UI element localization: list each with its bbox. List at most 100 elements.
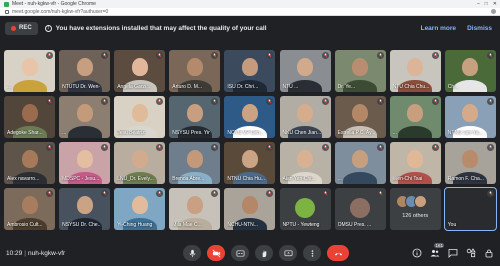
meet-favicon-icon <box>4 1 9 7</box>
participant-name: NTU Chia Chu... <box>392 84 430 90</box>
people-icon <box>430 249 439 256</box>
window-title: Meet - nuh-kgkw-vfr - Google Chrome <box>12 1 96 7</box>
participant-name: NTNU Jun-Ya... <box>447 130 483 136</box>
participant-tile[interactable]: NTNU Jun-Ya... <box>444 96 496 138</box>
participant-grid: ... NTUTU Dr. Wen-... Angela Garzi... Artur… <box>4 50 497 235</box>
mic-muted-icon <box>486 190 494 197</box>
participant-tile[interactable]: Ch... <box>444 50 496 92</box>
participant-tile[interactable]: NTU Chia Chu... <box>389 50 441 92</box>
people-button[interactable]: 161 <box>429 243 444 258</box>
mic-muted-icon <box>211 52 219 59</box>
mic-muted-icon <box>486 98 494 105</box>
participant-name: Wen-Chi Tsai <box>392 176 423 182</box>
meeting-code[interactable]: nuh-kgkw-vfr <box>28 250 65 257</box>
browser-titlebar: Meet - nuh-kgkw-vfr - Google Chrome – □ … <box>0 0 500 8</box>
participant-name: Yi-Ching Huang <box>117 222 153 228</box>
lock-person-icon <box>485 249 492 257</box>
participant-tile[interactable]: Jesu Beatriz <box>114 96 166 138</box>
participant-tile[interactable]: ... <box>4 50 55 92</box>
mic-muted-icon <box>101 190 109 197</box>
participant-tile[interactable]: Alan Yen-Chi... <box>279 142 331 184</box>
leave-call-button[interactable] <box>327 245 349 261</box>
participant-tile[interactable]: NCYU VP Den... <box>224 96 276 138</box>
participant-count-badge: 161 <box>434 243 444 248</box>
participant-tile[interactable]: NSYSU Dr. Che... <box>59 188 111 230</box>
info-icon: ! <box>44 24 52 32</box>
others-tile[interactable]: 126 others <box>389 188 441 230</box>
participant-name: NTNU Chia Hu... <box>227 176 265 182</box>
extension-icon[interactable] <box>491 9 496 14</box>
participant-tile[interactable]: Ramon F. Cha... <box>444 142 496 184</box>
participant-name: Adegoke Shar... <box>7 130 43 136</box>
mic-muted-icon <box>211 190 219 197</box>
maximize-icon[interactable]: □ <box>485 1 488 7</box>
participant-video-face <box>131 103 148 122</box>
participant-tile[interactable]: Dr. Ye... <box>334 50 386 92</box>
microphone-button[interactable] <box>183 245 201 261</box>
participant-tile[interactable]: Brenda Abre... <box>169 142 221 184</box>
participant-tile[interactable]: Ambrosio Cult... <box>4 188 55 230</box>
participant-video-face <box>297 57 313 76</box>
raise-hand-button[interactable] <box>255 245 273 261</box>
dismiss-button[interactable]: Dismiss <box>467 25 492 32</box>
participant-tile[interactable]: Estrella P.C. Ay... <box>334 96 386 138</box>
participant-tile[interactable]: NPTU - Yewteng ... <box>279 188 331 230</box>
participant-tile[interactable]: OMSU Pres. ... <box>334 188 386 230</box>
participant-name: NCYU VP Den... <box>227 130 265 136</box>
self-tile[interactable]: You <box>443 187 497 231</box>
participant-video-face <box>76 103 93 122</box>
participant-tile[interactable]: LNU_Dr. Evely... <box>114 142 166 184</box>
host-controls-button[interactable] <box>483 247 494 258</box>
participant-tile[interactable]: NTUTU Dr. Wen-... <box>59 50 111 92</box>
chat-button[interactable] <box>447 247 458 258</box>
participant-tile[interactable]: Wen-Chi Tsai <box>389 142 441 184</box>
participant-name: LNU_Dr. Evely... <box>117 176 154 182</box>
participant-tile[interactable]: Angela Garzi... <box>114 50 166 92</box>
participant-name: Ch... <box>447 84 459 90</box>
avatar <box>414 195 428 208</box>
participant-tile[interactable]: MDSPC - Jesu... <box>59 142 111 184</box>
participant-video-face <box>21 195 38 214</box>
participant-tile[interactable]: ... <box>59 96 111 138</box>
more-options-button[interactable] <box>303 245 321 261</box>
participant-name: ISU Dr. Chri... <box>227 84 259 90</box>
participant-video-face <box>131 149 148 168</box>
url-text[interactable]: meet.google.com/nuh-kgkw-vfr?authuser=0 <box>12 9 108 15</box>
camera-off-button[interactable] <box>207 245 225 261</box>
participant-tile[interactable]: Yi-Ching Huang <box>114 188 166 230</box>
minimize-icon[interactable]: – <box>477 1 480 7</box>
participant-video-face <box>407 103 424 122</box>
mic-muted-icon <box>321 144 329 151</box>
participant-name: NCHU-NTN... <box>227 222 258 228</box>
participant-tile[interactable]: NCHU-NTN... <box>224 188 276 230</box>
participant-tile[interactable]: Mila Mae C... <box>169 188 221 230</box>
participant-tile[interactable]: ... <box>389 96 441 138</box>
participant-tile[interactable]: Alex navarro... <box>4 142 55 184</box>
address-bar[interactable]: meet.google.com/nuh-kgkw-vfr?authuser=0 <box>0 8 500 16</box>
hang-up-icon <box>334 252 342 255</box>
mic-muted-icon <box>376 52 384 59</box>
participant-name: ... <box>392 130 397 136</box>
participant-video-face <box>186 57 203 76</box>
participant-tile[interactable]: NTU ... <box>279 50 331 92</box>
activities-button[interactable] <box>465 247 476 258</box>
participant-name: Estrella P.C. Ay... <box>337 130 376 136</box>
participant-tile[interactable]: NKU Chen Jian... <box>279 96 331 138</box>
participant-tile[interactable]: Adegoke Shar... <box>4 96 55 138</box>
participant-tile[interactable]: NTNU Chia Hu... <box>224 142 276 184</box>
participant-tile[interactable]: ISU Dr. Chri... <box>224 50 276 92</box>
present-button[interactable] <box>279 245 297 261</box>
participant-name: NTU ... <box>282 84 299 90</box>
participant-tile[interactable]: Arturo D. M... <box>169 50 221 92</box>
recording-indicator[interactable]: REC <box>5 21 38 35</box>
mic-muted-icon <box>156 52 164 59</box>
participant-tile[interactable]: NSYSU Pres. Yin... <box>169 96 221 138</box>
mic-muted-icon <box>266 52 274 59</box>
participant-tile[interactable]: ... <box>334 142 386 184</box>
meeting-details-button[interactable] <box>411 247 422 258</box>
captions-button[interactable] <box>231 245 249 261</box>
participant-video-face <box>241 57 258 76</box>
learn-more-link[interactable]: Learn more <box>421 25 456 32</box>
chat-icon <box>448 248 457 258</box>
close-icon[interactable]: ✕ <box>493 1 497 7</box>
